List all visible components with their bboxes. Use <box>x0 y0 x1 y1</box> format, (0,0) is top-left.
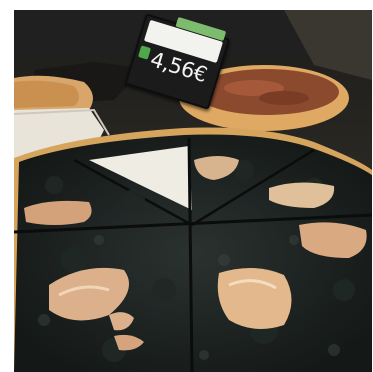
photo: 4,56€ <box>14 10 372 372</box>
organic-label-icon <box>137 45 152 60</box>
